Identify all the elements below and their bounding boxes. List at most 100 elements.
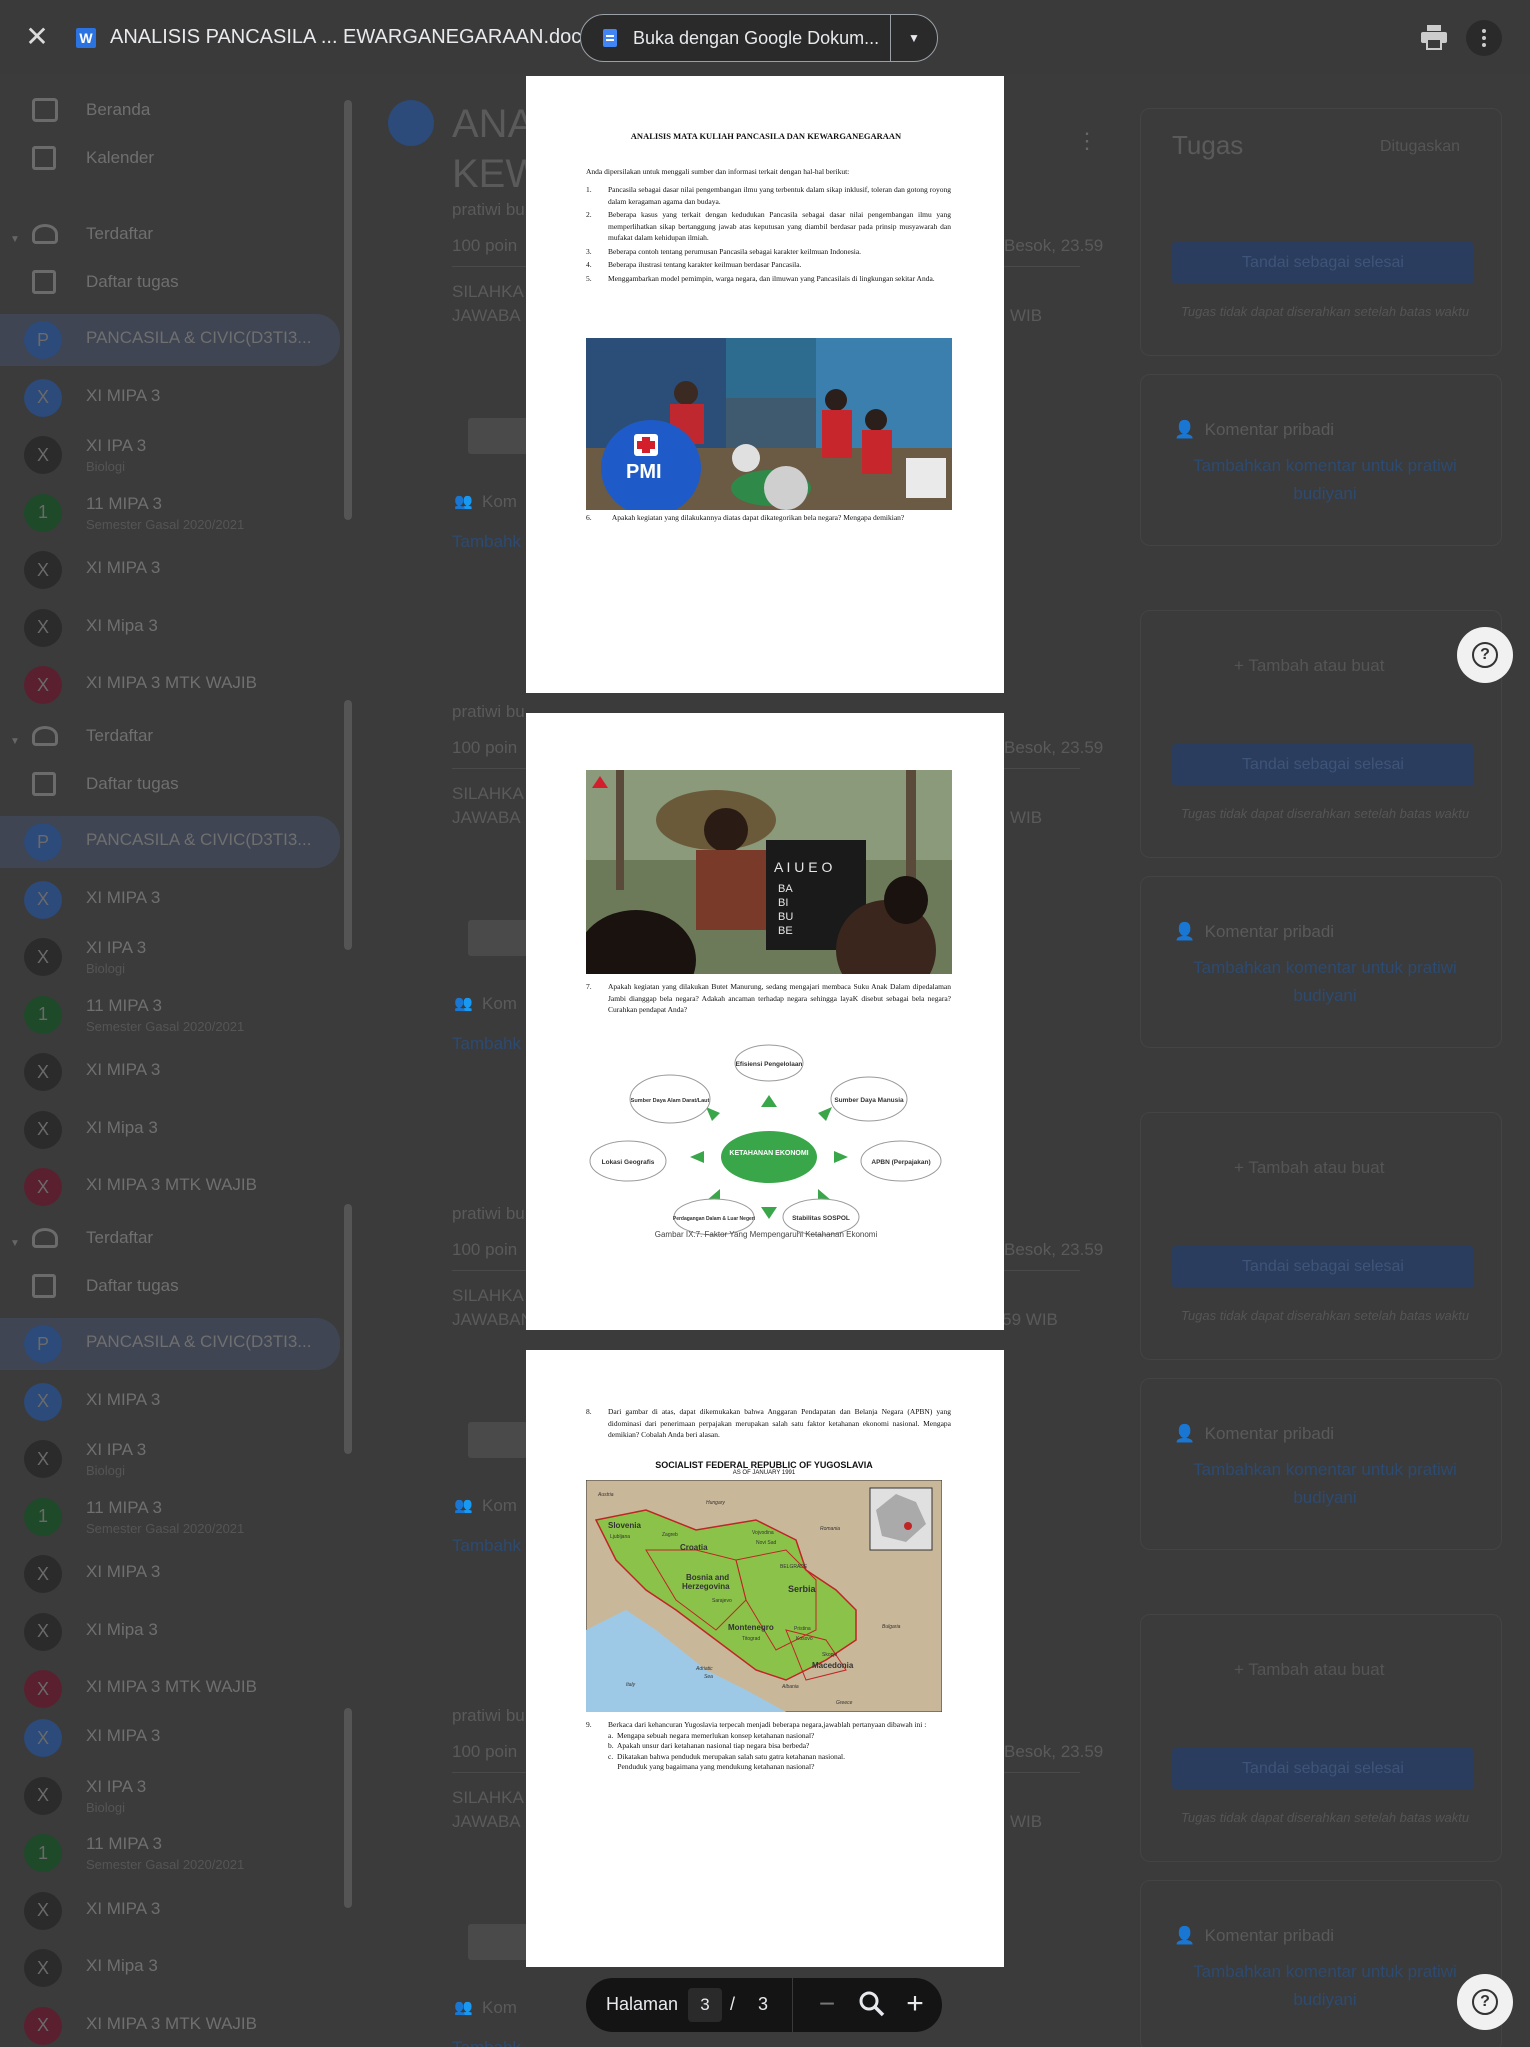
help-icon: ?: [1472, 1989, 1498, 2015]
sidebar-item-class[interactable]: X XI MIPA 3: [0, 1885, 340, 1937]
map-label: Croatia: [680, 1543, 708, 1552]
avatar: P: [24, 823, 62, 861]
avatar: X: [24, 1670, 62, 1708]
private-comment-label: Komentar pribadi: [1204, 1926, 1335, 1945]
add-private-comment-link[interactable]: Tambahkan komentar untuk pratiwi budiyan…: [1180, 452, 1470, 508]
google-docs-icon: [603, 29, 617, 47]
page-separator: /: [730, 1994, 736, 2014]
sidebar-item-class[interactable]: 1 11 MIPA 3 Semester Gasal 2020/2021: [0, 1491, 340, 1543]
print-icon[interactable]: [1420, 24, 1448, 50]
sidebar-item-calendar[interactable]: Kalender: [0, 134, 340, 182]
sidebar-item-class[interactable]: X XI MIPA 3: [0, 544, 340, 596]
sidebar-item-todo[interactable]: Daftar tugas: [0, 760, 340, 808]
sidebar-label: Daftar tugas: [86, 272, 179, 291]
add-private-comment-link[interactable]: Tambahkan komentar untuk pratiwi budiyan…: [1180, 954, 1470, 1010]
scrollbar[interactable]: [344, 1708, 352, 1908]
sidebar-item-class[interactable]: X XI Mipa 3: [0, 1942, 340, 1994]
question-item: 2. Beberapa kasus yang terkait dengan ke…: [586, 209, 951, 244]
sidebar-sublabel: Biologi: [86, 1463, 126, 1478]
private-comment-heading: 👤 Komentar pribadi: [1174, 1926, 1335, 1945]
sidebar-item-class[interactable]: X XI MIPA 3: [0, 1548, 340, 1600]
help-button[interactable]: ?: [1457, 627, 1513, 683]
sidebar-item-class[interactable]: X XI IPA 3 Biologi: [0, 1770, 340, 1822]
more-options-icon[interactable]: [1466, 20, 1502, 56]
add-comment-link[interactable]: Tambahk: [452, 1034, 521, 1054]
add-private-comment-link[interactable]: Tambahkan komentar untuk pratiwi budiyan…: [1180, 1958, 1470, 2014]
close-icon[interactable]: ✕: [22, 22, 52, 52]
scrollbar[interactable]: [344, 100, 352, 520]
chevron-down-icon[interactable]: ▼: [899, 27, 929, 49]
question-text: Beberapa kasus yang terkait dengan kedud…: [608, 210, 951, 242]
attachment-thumbnail[interactable]: [468, 418, 528, 454]
sidebar-label: 11 MIPA 3: [86, 995, 162, 1015]
add-comment-link[interactable]: Tambahk: [452, 2038, 521, 2047]
scrollbar[interactable]: [344, 1204, 352, 1454]
attachment-thumbnail[interactable]: [468, 1422, 528, 1458]
attachment-thumbnail[interactable]: [468, 1924, 528, 1960]
sidebar-item-home[interactable]: Beranda: [0, 86, 340, 134]
map-label: Kosovo: [796, 1636, 813, 1642]
sidebar-item-class[interactable]: X XI MIPA 3: [0, 372, 340, 424]
sidebar-item-class[interactable]: 1 11 MIPA 3 Semester Gasal 2020/2021: [0, 989, 340, 1041]
sidebar-item-class[interactable]: X XI MIPA 3 MTK WAJIB: [0, 1161, 340, 1213]
sidebar-item-class[interactable]: X XI MIPA 3 MTK WAJIB: [0, 1663, 340, 1715]
map-title: SOCIALIST FEDERAL REPUBLIC OF YUGOSLAVIA: [655, 1460, 873, 1470]
sidebar-item-enrolled[interactable]: Terdaftar: [0, 712, 340, 760]
sidebar-item-class[interactable]: 1 11 MIPA 3 Semester Gasal 2020/2021: [0, 487, 340, 539]
sidebar-item-class[interactable]: P PANCASILA & CIVIC(D3TI3...: [0, 314, 340, 366]
question-text: Apakah kegiatan yang dilakukan Butet Man…: [608, 982, 951, 1014]
help-button[interactable]: ?: [1457, 1974, 1513, 2030]
sidebar-label: XI Mipa 3: [86, 1619, 158, 1639]
zoom-out-icon[interactable]: −: [812, 1988, 842, 2022]
sidebar-item-class[interactable]: 1 11 MIPA 3 Semester Gasal 2020/2021: [0, 1827, 340, 1879]
sidebar-item-class[interactable]: X XI MIPA 3: [0, 1376, 340, 1428]
avatar: 1: [24, 1497, 62, 1536]
sidebar-label: XI Mipa 3: [86, 615, 158, 635]
sidebar-label: XI MIPA 3: [86, 1389, 161, 1409]
avatar: X: [24, 1555, 62, 1593]
sidebar-item-class[interactable]: X XI MIPA 3 MTK WAJIB: [0, 659, 340, 711]
due-date: Besok, 23.59: [1004, 236, 1104, 255]
question-text: Berkaca dari kehancuran Yugoslavia terpe…: [608, 1720, 927, 1729]
add-comment-link[interactable]: Tambahk: [452, 532, 521, 552]
sidebar-item-class[interactable]: X XI IPA 3 Biologi: [0, 429, 340, 481]
sidebar-item-class[interactable]: P PANCASILA & CIVIC(D3TI3...: [0, 1318, 340, 1370]
sidebar-label: XI Mipa 3: [86, 1956, 158, 1975]
sidebar-label: XI MIPA 3: [86, 1898, 161, 1918]
comments-icon: 👥: [454, 1497, 473, 1514]
sidebar-item-class[interactable]: X XI MIPA 3: [0, 1046, 340, 1098]
sidebar-item-class[interactable]: X XI MIPA 3: [0, 1712, 340, 1764]
add-private-comment-link[interactable]: Tambahkan komentar untuk pratiwi budiyan…: [1180, 1456, 1470, 1512]
zoom-icon[interactable]: [858, 1990, 886, 2018]
open-with-button[interactable]: Buka dengan Google Dokum... ▼: [580, 14, 938, 62]
add-comment-link[interactable]: Tambahk: [452, 1536, 521, 1556]
sidebar-item-class[interactable]: X XI IPA 3 Biologi: [0, 1433, 340, 1485]
sidebar-item-todo[interactable]: Daftar tugas: [0, 258, 340, 306]
sub-question: Penduduk yang bagaimana yang mendukung k…: [608, 1762, 815, 1771]
sidebar-item-class[interactable]: X XI Mipa 3: [0, 1104, 340, 1156]
avatar: X: [24, 1382, 62, 1421]
sub-question: b. Apakah unsur dari ketahanan nasional …: [608, 1741, 810, 1750]
sidebar-item-class[interactable]: X XI Mipa 3: [0, 1606, 340, 1658]
avatar: X: [24, 1053, 62, 1091]
zoom-in-icon[interactable]: +: [900, 1988, 930, 2022]
sidebar-item-class[interactable]: X XI IPA 3 Biologi: [0, 931, 340, 983]
sidebar-item-todo[interactable]: Daftar tugas: [0, 1262, 340, 1310]
sidebar-item-enrolled[interactable]: Terdaftar: [0, 210, 340, 258]
sidebar-item-class[interactable]: X XI MIPA 3 MTK WAJIB: [0, 2000, 340, 2047]
sidebar-item-class[interactable]: P PANCASILA & CIVIC(D3TI3...: [0, 816, 340, 868]
scrollbar[interactable]: [344, 700, 352, 950]
map-label: Bosnia and: [686, 1573, 729, 1582]
avatar: X: [24, 1949, 62, 1987]
sidebar-label: 11 MIPA 3: [86, 1834, 162, 1853]
sidebar-item-class[interactable]: X XI MIPA 3: [0, 874, 340, 926]
attachment-thumbnail[interactable]: [468, 920, 528, 956]
sub-question: c. Dikatakan bahwa penduduk merupakan sa…: [608, 1751, 845, 1761]
current-page-input[interactable]: 3: [688, 1988, 722, 2022]
more-options-icon[interactable]: ⋮: [1076, 130, 1098, 158]
sidebar-item-enrolled[interactable]: Terdaftar: [0, 1214, 340, 1262]
map-label: Greece: [836, 1700, 853, 1706]
sidebar-item-class[interactable]: X XI Mipa 3: [0, 602, 340, 654]
instructions: WIB: [1010, 808, 1043, 827]
sidebar-label: XI MIPA 3 MTK WAJIB: [86, 1175, 257, 1194]
